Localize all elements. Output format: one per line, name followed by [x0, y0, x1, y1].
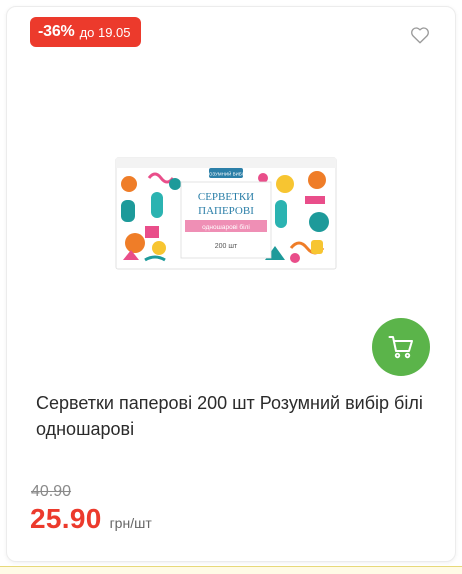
- product-image[interactable]: СЕРВЕТКИ ПАПЕРОВІ одношарові білі 200 шт…: [115, 148, 337, 270]
- package-text-line1: СЕРВЕТКИ: [198, 191, 254, 203]
- old-price: 40.90: [31, 483, 72, 500]
- discount-percent: -36%: [38, 23, 75, 40]
- discount-badge: -36% до 19.05: [30, 17, 141, 47]
- package-text-line2: ПАПЕРОВІ: [198, 205, 254, 217]
- brand-logo-text: РОЗУМНИЙ ВИБІР: [206, 170, 246, 177]
- add-to-cart-button[interactable]: [372, 318, 430, 376]
- package-ribbon-text: одношарові білі: [202, 223, 250, 231]
- product-card[interactable]: [6, 6, 456, 562]
- current-price: 25.90: [30, 503, 102, 534]
- product-title[interactable]: Серветки паперові 200 шт Розумний вибір …: [36, 390, 428, 442]
- discount-valid-until: до 19.05: [79, 24, 131, 40]
- heart-outline-icon: [411, 27, 429, 44]
- brand-logo: РОЗУМНИЙ ВИБІР: [206, 168, 246, 178]
- shopping-cart-icon: [388, 336, 413, 359]
- price-block: 25.90 грн/шт: [30, 503, 152, 535]
- price-unit: грн/шт: [109, 515, 152, 531]
- wishlist-button[interactable]: [408, 24, 432, 46]
- package-count-text: 200 шт: [215, 243, 238, 250]
- next-card-edge: [0, 566, 462, 574]
